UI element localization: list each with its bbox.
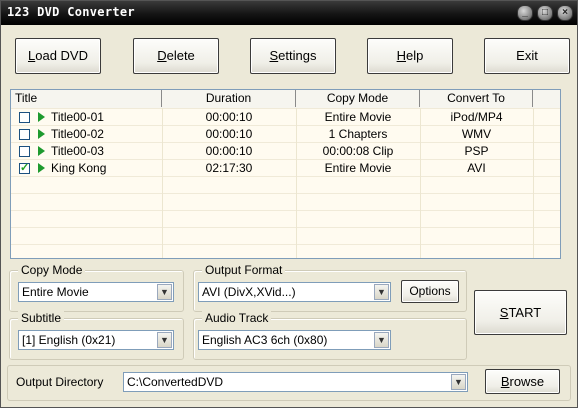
title-bar[interactable]: 123 DVD Converter _ □ × (1, 1, 577, 25)
row-duration: 00:00:10 (205, 127, 253, 141)
row-title: Title00-02 (51, 127, 104, 141)
audio-track-label: Audio Track (202, 311, 272, 325)
delete-button[interactable]: Delete (133, 38, 219, 74)
chevron-down-icon: ▼ (451, 374, 466, 390)
settings-button[interactable]: Settings (250, 38, 336, 74)
row-title: King Kong (51, 161, 107, 175)
table-row[interactable]: Title00-03 00:00:10 00:00:08 Clip PSP (11, 143, 560, 160)
copy-mode-select[interactable]: Entire Movie ▼ (18, 282, 174, 302)
table-row[interactable]: Title00-01 00:00:10 Entire Movie iPod/MP4 (11, 109, 560, 126)
close-icon: × (562, 7, 568, 18)
exit-button[interactable]: Exit (484, 38, 570, 74)
start-button[interactable]: START (474, 290, 567, 335)
play-icon[interactable] (38, 129, 45, 139)
row-duration: 00:00:10 (205, 144, 253, 158)
output-format-select[interactable]: AVI (DivX,XVid...) ▼ (198, 282, 391, 302)
copy-mode-label: Copy Mode (18, 263, 86, 277)
column-header-title[interactable]: Title (11, 90, 162, 107)
row-convert-to: PSP (464, 144, 489, 158)
row-copy-mode: 1 Chapters (328, 127, 388, 141)
row-copy-mode: Entire Movie (324, 161, 392, 175)
column-header-copy-mode[interactable]: Copy Mode (296, 90, 420, 107)
play-icon[interactable] (38, 146, 45, 156)
minimize-button[interactable]: _ (517, 5, 533, 21)
window-title: 123 DVD Converter (7, 5, 135, 19)
subtitle-select[interactable]: [1] English (0x21) ▼ (18, 330, 174, 350)
chevron-down-icon: ▼ (157, 332, 172, 348)
audio-track-select[interactable]: English AC3 6ch (0x80) ▼ (198, 330, 391, 350)
column-header-duration[interactable]: Duration (162, 90, 296, 107)
chevron-down-icon: ▼ (374, 332, 389, 348)
table-row[interactable]: ✓ King Kong 02:17:30 Entire Movie AVI (11, 160, 560, 177)
row-duration: 02:17:30 (205, 161, 253, 175)
subtitle-label: Subtitle (18, 311, 65, 325)
row-title: Title00-03 (51, 144, 104, 158)
row-checkbox[interactable] (19, 146, 30, 157)
row-checkbox[interactable] (19, 129, 30, 140)
maximize-icon: □ (541, 7, 549, 18)
title-list[interactable]: Title Duration Copy Mode Convert To Titl… (10, 89, 561, 259)
row-title: Title00-01 (51, 110, 104, 124)
play-icon[interactable] (38, 112, 45, 122)
row-checkbox[interactable] (19, 112, 30, 123)
output-directory-label: Output Directory (16, 375, 104, 389)
options-button[interactable]: Options (401, 280, 459, 303)
row-duration: 00:00:10 (205, 110, 253, 124)
browse-button[interactable]: Browse (485, 369, 560, 394)
app-window: 123 DVD Converter _ □ × Load DVD Delete … (0, 0, 578, 408)
output-directory-select[interactable]: C:\ConvertedDVD ▼ (123, 372, 468, 392)
row-copy-mode: Entire Movie (324, 110, 392, 124)
output-format-label: Output Format (202, 263, 286, 277)
row-convert-to: WMV (461, 127, 492, 141)
maximize-button[interactable]: □ (537, 5, 553, 21)
play-icon[interactable] (38, 163, 45, 173)
chevron-down-icon: ▼ (374, 284, 389, 300)
row-convert-to: AVI (467, 161, 486, 175)
load-dvd-button[interactable]: Load DVD (15, 38, 101, 74)
minimize-icon: _ (522, 7, 528, 18)
chevron-down-icon: ▼ (157, 284, 172, 300)
close-button[interactable]: × (557, 5, 573, 21)
list-header: Title Duration Copy Mode Convert To (11, 90, 560, 109)
help-button[interactable]: Help (367, 38, 453, 74)
row-checkbox[interactable]: ✓ (19, 162, 30, 174)
row-copy-mode: 00:00:08 Clip (322, 144, 394, 158)
column-header-convert-to[interactable]: Convert To (420, 90, 533, 107)
check-icon: ✓ (20, 162, 30, 174)
table-row[interactable]: Title00-02 00:00:10 1 Chapters WMV (11, 126, 560, 143)
row-convert-to: iPod/MP4 (450, 110, 503, 124)
